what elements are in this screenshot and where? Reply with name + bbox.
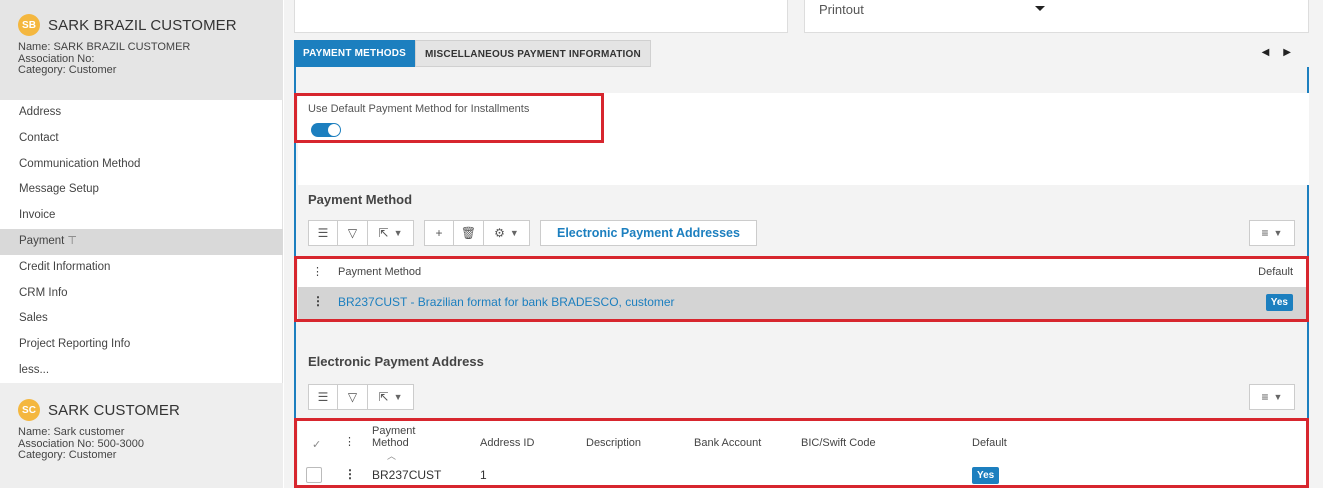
column-header-bic-swift[interactable]: BIC/Swift Code [801,437,876,449]
tools-icon[interactable]: ⚙ ▼ [484,220,530,246]
sidebar-item-address[interactable]: Address [0,100,283,126]
row-checkbox[interactable] [306,467,322,483]
column-header-payment-method[interactable]: Payment Method [338,266,421,278]
cell-payment-method: BR237CUST [372,468,442,482]
electronic-address-toolbar: ☰ ▽ ⇱ ▼ [308,384,424,410]
sidebar-item-payment[interactable]: Payment ⊤ [0,228,283,255]
sort-asc-icon[interactable]: ︿ [387,449,396,462]
electronic-address-grid-header: ✓ ⋮ Payment Method ︿ Address ID Descripti… [298,420,1309,462]
menu-icon: ≡ [1261,226,1269,240]
column-header-address-id[interactable]: Address ID [480,437,534,449]
sidebar-item-communication-method[interactable]: Communication Method [0,152,283,178]
tab-panel: Use Default Payment Method for Installme… [294,67,1309,488]
section-title-payment-method: Payment Method [308,192,413,207]
export-icon[interactable]: ⇱ ▼ [368,220,414,246]
column-header-description[interactable]: Description [586,437,641,449]
cell-address-id: 1 [480,468,487,482]
menu-icon: ≡ [1261,390,1269,404]
delete-icon[interactable]: 🗑 [454,220,484,246]
customer-card-primary: SB SARK BRAZIL CUSTOMER Name: SARK BRAZI… [0,0,283,100]
customer-name: Name: Sark customer [18,426,125,438]
avatar: SC [18,399,40,421]
payment-method-link[interactable]: BR237CUST - Brazilian format for bank BR… [338,295,675,309]
select-all-checkbox[interactable]: ✓ [312,438,321,451]
table-settings-button[interactable]: ≡ ▼ [1249,384,1295,410]
column-header-default[interactable]: Default [972,437,1007,449]
customer-name: Name: SARK BRAZIL CUSTOMER [18,41,191,53]
main-content: Printout PAYMENT METHODS MISCELLANEOUS P… [284,0,1323,488]
list-view-icon[interactable]: ☰ [308,384,338,410]
table-row[interactable]: ⋮ BR237CUST - Brazilian format for bank … [298,287,1309,319]
filter-icon[interactable]: ▽ [338,384,368,410]
payment-method-grid-header: ⋮ Payment Method Default [298,257,1309,287]
arrow-left-icon[interactable]: ◀ [1262,47,1284,58]
arrow-right-icon[interactable]: ▶ [1283,47,1305,58]
row-menu-icon[interactable]: ⋮ [344,467,356,481]
toggle-knob [328,124,340,136]
sidebar-item-message-setup[interactable]: Message Setup [0,177,283,203]
table-row[interactable]: ⋮ BR237CUST 1 Yes [298,462,1309,488]
tab-bar: PAYMENT METHODS MISCELLANEOUS PAYMENT IN… [294,40,651,67]
column-header-bank-account[interactable]: Bank Account [694,437,761,449]
customer-category: Category: Customer [18,64,117,76]
top-field[interactable] [294,0,788,33]
sidebar-item-credit-information[interactable]: Credit Information [0,255,283,281]
filter-icon[interactable]: ▽ [338,220,368,246]
electronic-payment-addresses-button[interactable]: Electronic Payment Addresses [540,220,757,246]
customer-category: Category: Customer [18,449,117,461]
sidebar-item-invoice[interactable]: Invoice [0,203,283,229]
sidebar-item-crm-info[interactable]: CRM Info [0,281,283,307]
payment-method-toolbar: ☰ ▽ ⇱ ▼ + 🗑 ⚙ ▼ Electronic Payment Address… [308,220,757,246]
sidebar-item-label: Payment [19,234,65,247]
export-icon[interactable]: ⇱ ▼ [368,384,414,410]
tab-miscellaneous-payment-information[interactable]: MISCELLANEOUS PAYMENT INFORMATION [415,40,651,67]
section-title-electronic-payment-address: Electronic Payment Address [308,354,484,369]
add-icon[interactable]: + [424,220,454,246]
column-menu-icon[interactable]: ⋮ [344,435,355,448]
tab-payment-methods[interactable]: PAYMENT METHODS [294,40,416,67]
customer-title: SARK CUSTOMER [48,401,180,419]
printout-select[interactable]: Printout [804,0,1309,33]
tab-scroll-arrows: ◀▶ [1262,47,1305,58]
customer-title: SARK BRAZIL CUSTOMER [48,16,237,34]
sidebar-item-less[interactable]: less... [0,358,283,384]
column-header-line-1: Payment [372,425,416,437]
default-payment-toggle[interactable] [311,123,341,137]
column-header-default[interactable]: Default [1258,266,1293,278]
pin-icon: ⊤ [67,234,77,247]
sidebar: SB SARK BRAZIL CUSTOMER Name: SARK BRAZI… [0,0,283,488]
caret-down-icon [1035,6,1045,11]
sidebar-item-contact[interactable]: Contact [0,126,283,152]
sidebar-item-project-reporting-info[interactable]: Project Reporting Info [0,332,283,358]
row-menu-icon[interactable]: ⋮ [312,294,324,308]
column-header-line-2: Method [372,437,409,449]
column-menu-icon[interactable]: ⋮ [312,265,323,278]
column-header-payment-method[interactable]: Payment Method [372,425,415,449]
sidebar-item-sales[interactable]: Sales [0,306,283,332]
toggle-label: Use Default Payment Method for Installme… [308,103,530,115]
select-value: Printout [819,2,864,17]
list-view-icon[interactable]: ☰ [308,220,338,246]
default-yes-badge: Yes [972,467,1000,484]
avatar: SB [18,14,40,36]
table-settings-button[interactable]: ≡ ▼ [1249,220,1295,246]
customer-card-secondary[interactable]: SC SARK CUSTOMER Name: Sark customer Ass… [0,383,283,488]
sidebar-nav: Address Contact Communication Method Mes… [0,100,283,384]
installments-toggle-section: Use Default Payment Method for Installme… [298,93,1309,185]
default-yes-badge: Yes [1265,294,1293,311]
